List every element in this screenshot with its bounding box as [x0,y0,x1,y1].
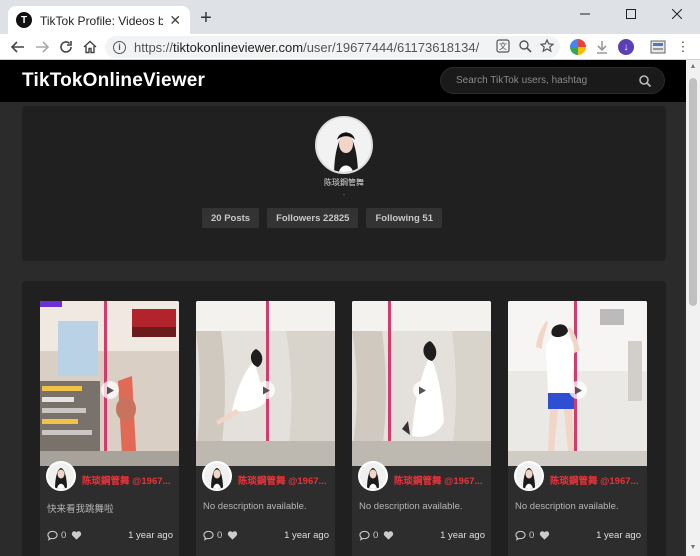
comment-count: 0 [373,529,379,541]
video-thumbnail[interactable] [508,301,647,466]
translate-icon[interactable]: 文 [496,39,510,56]
video-card[interactable]: 陈琰鋼管舞 @1967... 快来看我跳舞啦 0 1 year ago [40,301,179,556]
play-icon[interactable] [257,381,275,399]
profile-username: 陈琰鋼管舞 [324,178,364,187]
comment-icon[interactable] [47,530,58,541]
comment-count: 0 [529,529,535,541]
video-card[interactable]: 陈琰鋼管舞 @1967... No description available.… [508,301,647,556]
video-time: 1 year ago [284,529,329,541]
search-icon[interactable] [638,74,652,88]
author-avatar [514,461,544,491]
stat-posts: 20 Posts [201,208,260,228]
video-description: No description available. [515,501,619,512]
play-icon[interactable] [101,381,119,399]
close-tab-icon[interactable]: ✕ [169,12,182,29]
heart-icon[interactable] [383,530,394,541]
profile-avatar [315,116,373,174]
heart-icon[interactable] [227,530,238,541]
video-meta: 0 1 year ago [359,528,485,542]
video-time: 1 year ago [128,529,173,541]
play-icon[interactable] [569,381,587,399]
site-logo[interactable]: TikTokOnlineViewer [22,70,205,92]
download-manager-icon[interactable]: ↓ [618,39,634,55]
profile-menu-icon[interactable] [650,39,666,55]
author-avatar [358,461,388,491]
video-card[interactable]: 陈琰鋼管舞 @1967... No description available.… [352,301,491,556]
scrollbar-thumb[interactable] [689,78,697,306]
video-author[interactable]: 陈琰鋼管舞 @1967... [40,459,179,491]
site-header: TikTokOnlineViewer [0,60,686,102]
page-viewport: TikTokOnlineViewer 陈琰鋼管舞 - 20 Posts Foll… [0,60,686,556]
author-name[interactable]: 陈琰鋼管舞 @1967... [82,473,176,487]
browser-tabstrip: T TikTok Profile: Videos by @陈琰 ✕ + [0,0,700,34]
search-input[interactable] [456,75,638,86]
browser-toolbar: i https://tiktokonlineviewer.com/user/19… [0,34,700,60]
scroll-up-icon[interactable]: ▲ [689,63,697,70]
author-name[interactable]: 陈琰鋼管舞 @1967... [238,473,332,487]
reload-icon[interactable] [56,37,76,57]
video-author[interactable]: 陈琰鋼管舞 @1967... [196,459,335,491]
page-scrollbar[interactable]: ▲ ▼ [686,60,700,556]
author-name[interactable]: 陈琰鋼管舞 @1967... [394,473,488,487]
heart-icon[interactable] [71,530,82,541]
scroll-down-icon[interactable]: ▼ [689,544,697,551]
video-description: 快来看我跳舞啦 [47,504,114,515]
author-avatar [202,461,232,491]
search-box [440,67,665,94]
video-thumbnail[interactable] [196,301,335,466]
forward-arrow-icon[interactable] [32,37,52,57]
video-meta: 0 1 year ago [203,528,329,542]
zoom-icon[interactable] [518,39,532,56]
video-description: No description available. [359,501,463,512]
url-text: https://tiktokonlineviewer.com/user/1967… [134,39,480,55]
profile-card: 陈琰鋼管舞 - [22,106,666,261]
video-author[interactable]: 陈琰鋼管舞 @1967... [352,459,491,491]
browser-tab[interactable]: T TikTok Profile: Videos by @陈琰 ✕ [8,6,190,34]
bookmark-star-icon[interactable] [539,38,555,56]
home-icon[interactable] [80,37,100,57]
comment-count: 0 [61,529,67,541]
video-thumbnail[interactable] [40,301,179,466]
comment-icon[interactable] [359,530,370,541]
back-arrow-icon[interactable] [8,37,28,57]
close-window-icon[interactable] [654,0,700,28]
minimize-icon[interactable] [562,0,608,28]
video-thumbnail[interactable] [352,301,491,466]
maximize-icon[interactable] [608,0,654,28]
video-description: No description available. [203,501,307,512]
new-tab-button[interactable]: + [196,8,216,28]
chrome-menu-icon[interactable]: ⋮ [675,39,691,55]
tiktok-favicon-icon: T [16,12,32,28]
video-time: 1 year ago [440,529,485,541]
tab-title: TikTok Profile: Videos by @陈琰 [40,13,163,28]
video-card[interactable]: 陈琰鋼管舞 @1967... No description available.… [196,301,335,556]
author-name[interactable]: 陈琰鋼管舞 @1967... [550,473,644,487]
comment-count: 0 [217,529,223,541]
stat-followers: Followers 22825 [267,208,359,228]
author-avatar [46,461,76,491]
profile-subtitle: - [342,190,346,199]
stat-following: Following 51 [366,208,442,228]
heart-icon[interactable] [539,530,550,541]
chrome-extension-icon[interactable] [570,39,586,55]
address-bar[interactable]: i https://tiktokonlineviewer.com/user/19… [105,36,560,58]
download-arrow-icon[interactable] [594,39,610,55]
info-icon[interactable]: i [113,40,126,54]
svg-text:文: 文 [499,41,507,51]
video-author[interactable]: 陈琰鋼管舞 @1967... [508,459,647,491]
play-icon[interactable] [413,381,431,399]
videos-panel: 陈琰鋼管舞 @1967... 快来看我跳舞啦 0 1 year ago 陈琰鋼管… [22,281,666,556]
video-meta: 0 1 year ago [47,528,173,542]
video-time: 1 year ago [596,529,641,541]
video-meta: 0 1 year ago [515,528,641,542]
comment-icon[interactable] [203,530,214,541]
profile-stats: 20 Posts Followers 22825 Following 51 [0,208,644,228]
comment-icon[interactable] [515,530,526,541]
